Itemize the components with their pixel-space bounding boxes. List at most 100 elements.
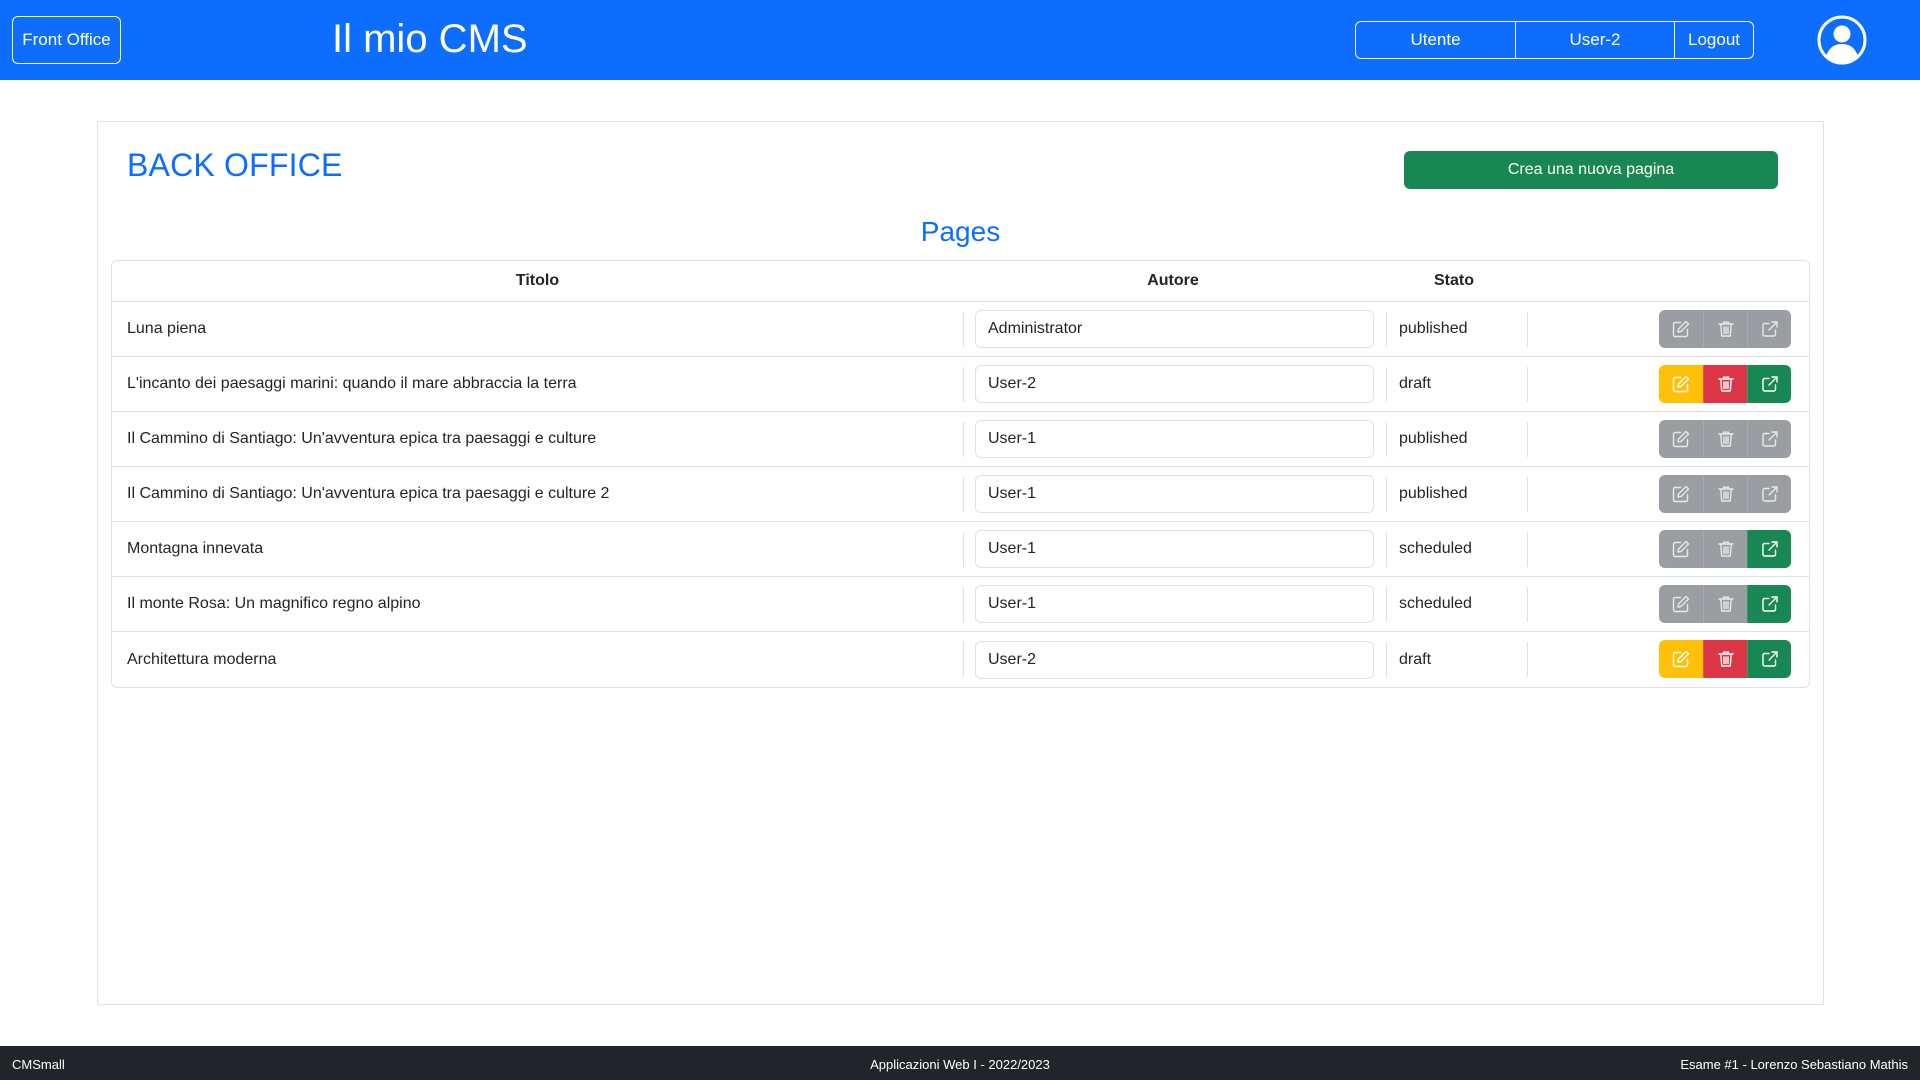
edit-icon (1671, 649, 1691, 669)
edit-button[interactable] (1659, 310, 1703, 348)
edit-button[interactable] (1659, 640, 1703, 678)
row-actions (1659, 420, 1791, 458)
row-actions (1659, 310, 1791, 348)
edit-icon (1671, 539, 1691, 559)
external-link-icon (1760, 649, 1780, 669)
edit-button[interactable] (1659, 475, 1703, 513)
author-field[interactable] (975, 475, 1374, 513)
state-cell: draft (1387, 642, 1528, 677)
table-header: Titolo Autore Stato (112, 261, 1809, 302)
user-button-group: Utente User-2 Logout (1355, 21, 1754, 59)
open-page-button[interactable] (1747, 640, 1791, 678)
logout-button[interactable]: Logout (1674, 22, 1753, 58)
author-cell (964, 640, 1387, 679)
pages-heading: Pages (920, 216, 1001, 247)
front-office-button[interactable]: Front Office (12, 16, 121, 64)
page-title-cell: Luna piena (112, 311, 964, 347)
state-cell: scheduled (1387, 586, 1528, 622)
page-title-cell: Architettura moderna (112, 642, 964, 677)
edit-button[interactable] (1659, 530, 1703, 568)
page-title: BACK OFFICE (127, 147, 343, 183)
footer: CMSmall Applicazioni Web I - 2022/2023 E… (0, 1046, 1920, 1080)
edit-button[interactable] (1659, 585, 1703, 623)
delete-button[interactable] (1703, 365, 1747, 403)
table-row: L'incanto dei paesaggi marini: quando il… (112, 357, 1809, 412)
open-page-button[interactable] (1747, 585, 1791, 623)
external-link-icon (1760, 319, 1780, 339)
table-row: Luna piena published (112, 302, 1809, 357)
pages-table: Titolo Autore Stato Luna pienapublishedL… (111, 260, 1810, 688)
delete-button[interactable] (1703, 585, 1747, 623)
column-header-state: Stato (1434, 272, 1474, 289)
state-cell: published (1387, 476, 1528, 512)
open-page-button[interactable] (1747, 310, 1791, 348)
edit-icon (1671, 319, 1691, 339)
author-cell (964, 530, 1387, 568)
back-office-card: BACK OFFICE Crea una nuova pagina Pages … (97, 121, 1824, 1005)
author-cell (964, 475, 1387, 513)
trash-icon (1716, 319, 1736, 339)
edit-button[interactable] (1659, 420, 1703, 458)
create-page-button[interactable]: Crea una nuova pagina (1404, 151, 1778, 189)
page-title-cell: Il Cammino di Santiago: Un'avventura epi… (112, 421, 964, 457)
delete-button[interactable] (1703, 530, 1747, 568)
author-field[interactable] (975, 585, 1374, 623)
table-row: Il Cammino di Santiago: Un'avventura epi… (112, 412, 1809, 467)
state-cell: draft (1387, 366, 1528, 402)
author-cell (964, 365, 1387, 403)
page-title-cell: Il Cammino di Santiago: Un'avventura epi… (112, 476, 964, 512)
edit-icon (1671, 429, 1691, 449)
person-circle-icon[interactable] (1817, 15, 1867, 65)
external-link-icon (1760, 539, 1780, 559)
row-actions (1659, 365, 1791, 403)
trash-icon (1716, 594, 1736, 614)
edit-button[interactable] (1659, 365, 1703, 403)
state-cell: published (1387, 421, 1528, 457)
top-navbar: Front Office Il mio CMS Utente User-2 Lo… (0, 0, 1920, 80)
trash-icon (1716, 539, 1736, 559)
open-page-button[interactable] (1747, 475, 1791, 513)
author-cell (964, 310, 1387, 348)
edit-icon (1671, 484, 1691, 504)
delete-button[interactable] (1703, 640, 1747, 678)
author-cell (964, 585, 1387, 623)
open-page-button[interactable] (1747, 420, 1791, 458)
username-button[interactable]: User-2 (1515, 22, 1674, 58)
table-row: Architettura moderna draft (112, 632, 1809, 687)
external-link-icon (1760, 484, 1780, 504)
footer-course: Applicazioni Web I - 2022/2023 (870, 1057, 1050, 1072)
external-link-icon (1760, 594, 1780, 614)
page-title-cell: Il monte Rosa: Un magnifico regno alpino (112, 586, 964, 622)
delete-button[interactable] (1703, 310, 1747, 348)
table-row: Il monte Rosa: Un magnifico regno alpino… (112, 577, 1809, 632)
page-title-cell: Montagna innevata (112, 531, 964, 567)
delete-button[interactable] (1703, 420, 1747, 458)
open-page-button[interactable] (1747, 365, 1791, 403)
edit-icon (1671, 594, 1691, 614)
open-page-button[interactable] (1747, 530, 1791, 568)
column-header-title: Titolo (515, 272, 560, 289)
column-header-author: Autore (1147, 272, 1199, 289)
edit-icon (1671, 374, 1691, 394)
row-actions (1659, 640, 1791, 678)
table-row: Montagna innevata scheduled (112, 522, 1809, 577)
footer-author: Esame #1 - Lorenzo Sebastiano Mathis (1680, 1057, 1908, 1072)
author-field[interactable] (975, 420, 1374, 458)
author-field[interactable] (975, 640, 1374, 679)
table-row: Il Cammino di Santiago: Un'avventura epi… (112, 467, 1809, 522)
state-cell: published (1387, 311, 1528, 347)
table-body: Luna piena published L'incanto dei paesagg… (112, 302, 1809, 687)
author-field[interactable] (975, 310, 1374, 348)
trash-icon (1716, 429, 1736, 449)
external-link-icon (1760, 374, 1780, 394)
app-brand-title: Il mio CMS (332, 17, 528, 61)
author-field[interactable] (975, 365, 1374, 403)
page-title-cell: L'incanto dei paesaggi marini: quando il… (112, 366, 964, 402)
row-actions (1659, 475, 1791, 513)
delete-button[interactable] (1703, 475, 1747, 513)
author-field[interactable] (975, 530, 1374, 568)
row-actions (1659, 585, 1791, 623)
trash-icon (1716, 484, 1736, 504)
user-role-button[interactable]: Utente (1356, 22, 1515, 58)
trash-icon (1716, 374, 1736, 394)
